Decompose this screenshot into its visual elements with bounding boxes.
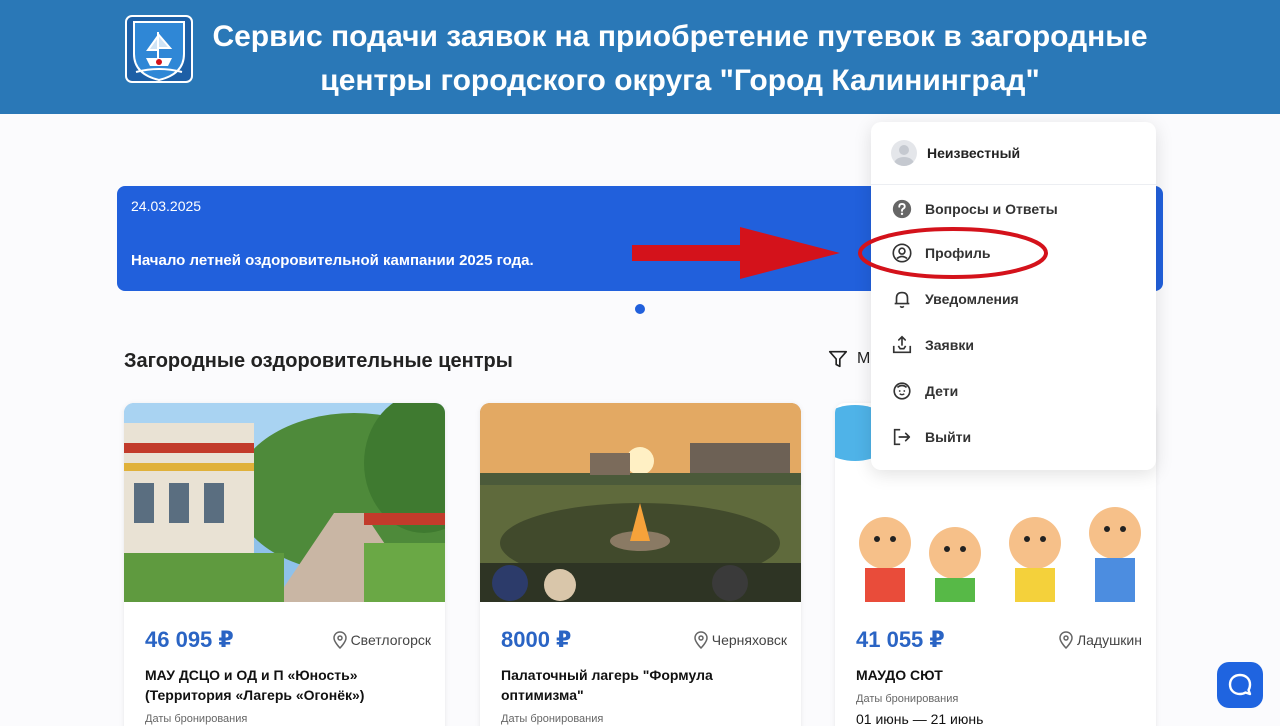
menu-item-label: Уведомления [925,291,1019,307]
camp-photo-2 [480,403,801,602]
bell-icon [894,291,910,309]
annotation-highlight-icon [858,227,1048,279]
annotation-arrow-icon [632,227,840,279]
page-title-line1: Сервис подачи заявок на приобретение пут… [212,20,1148,53]
filter-label: М [857,350,871,367]
page: Сервис подачи заявок на приобретение пут… [0,0,1280,726]
section-title: Загородные оздоровительные центры [124,350,513,372]
user-dropdown-menu: Неизвестный Вопросы и Ответы Профиль Уве… [871,122,1156,470]
camp-location-text-1: Светлогорск [350,632,431,648]
chat-button[interactable] [1217,662,1263,708]
menu-item-label: Выйти [925,429,972,445]
camp-location-text-3: Ладушкин [1076,632,1142,648]
menu-item-label: Вопросы и Ответы [925,201,1058,217]
banner-text: Начало летней оздоровительной кампании 2… [131,252,534,269]
banner-date: 24.03.2025 [131,198,202,214]
camp-name-1: МАУ ДСЦО и ОД и П «Юность» (Территория «… [145,667,365,703]
camp-dates-label-3: Даты бронирования [856,693,959,705]
child-icon [893,382,911,400]
question-icon [892,199,912,219]
camp-location-3: Ладушкин [1059,631,1142,649]
camp-dates-3: 01 июнь — 21 июнь [856,711,984,726]
menu-item-label: Дети [925,383,959,399]
camp-price-2: 8000 ₽ [501,627,572,652]
filter-button[interactable]: М [827,348,870,370]
menu-item-children[interactable]: Дети [891,380,958,402]
header-bar: Сервис подачи заявок на приобретение пут… [0,0,1280,114]
camp-name-3: МАУДО СЮТ [856,667,943,683]
menu-divider [871,184,1156,185]
camp-location-text-2: Черняховск [711,632,787,648]
carousel-dot[interactable] [635,304,645,314]
avatar [891,140,917,166]
camp-photo-1 [124,403,445,602]
menu-user[interactable]: Неизвестный [891,140,1020,166]
camp-location-2: Черняховск [693,631,787,649]
page-title-line2: центры городского округа "Город Калининг… [320,64,1040,97]
chat-bubble-icon [1228,673,1252,696]
camp-card-1[interactable]: 46 095 ₽ Светлогорск МАУ ДСЦО и ОД и П «… [124,403,445,726]
camp-dates-label-2: Даты бронирования [501,713,604,725]
filter-icon [828,350,848,368]
camp-price-1: 46 095 ₽ [145,627,234,652]
camp-location-1: Светлогорск [332,631,431,649]
menu-item-applications[interactable]: Заявки [891,334,974,356]
menu-item-faq[interactable]: Вопросы и Ответы [891,198,1058,220]
avatar-icon [894,145,914,166]
location-pin-icon [693,631,708,649]
menu-item-notifications[interactable]: Уведомления [891,288,1019,310]
logout-icon [893,428,911,446]
camp-card-2[interactable]: 8000 ₽ Черняховск Палаточный лагерь "Фор… [480,403,801,726]
camp-price-3: 41 055 ₽ [856,627,945,652]
menu-user-name: Неизвестный [927,145,1021,161]
city-crest-icon[interactable] [124,14,194,84]
inbox-icon [892,335,912,354]
page-title: Сервис подачи заявок на приобретение пут… [200,15,1160,103]
camp-name-2: Палаточный лагерь "Формула оптимизма" [501,667,713,703]
camp-dates-label-1: Даты бронирования [145,713,248,725]
location-pin-icon [1059,631,1073,649]
location-pin-icon [332,631,347,649]
menu-item-logout[interactable]: Выйти [891,426,971,448]
menu-item-label: Заявки [925,337,974,353]
